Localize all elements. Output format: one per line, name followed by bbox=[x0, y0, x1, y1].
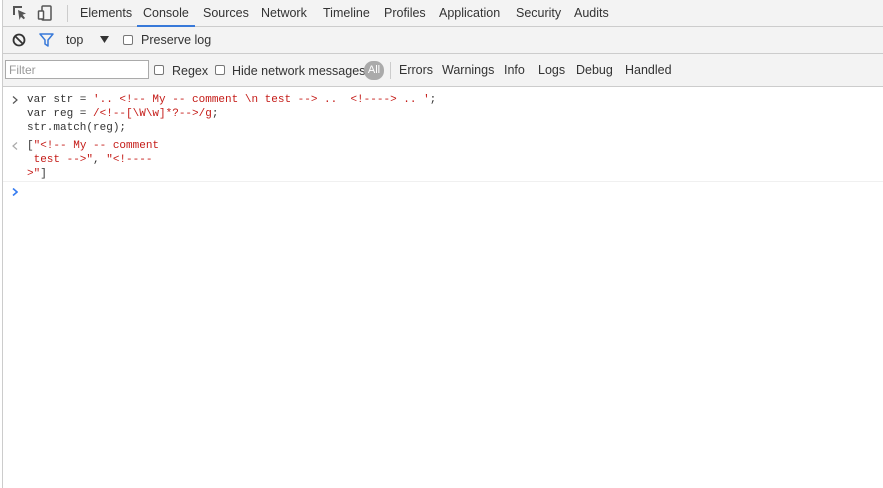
console-row-separator bbox=[3, 181, 883, 182]
tab-network[interactable]: Network bbox=[255, 0, 313, 27]
tab-sources[interactable]: Sources bbox=[197, 0, 255, 27]
input-prompt-icon bbox=[12, 96, 18, 104]
level-logs[interactable]: Logs bbox=[538, 54, 565, 87]
console-prompt-input[interactable] bbox=[27, 185, 867, 199]
level-warnings[interactable]: Warnings bbox=[442, 54, 494, 87]
console-input-line: var reg = /<!--[\W\w]*?-->/g; bbox=[27, 108, 219, 120]
regex-label: Regex bbox=[172, 64, 209, 78]
console-toolbar: top Preserve log bbox=[3, 27, 883, 54]
console-input-line: var str = '.. <!-- My -- comment \n test… bbox=[27, 94, 437, 106]
hide-network-label: Hide network messages bbox=[232, 64, 366, 78]
result-arrow-icon bbox=[12, 142, 18, 150]
tab-security[interactable]: Security bbox=[510, 0, 567, 27]
tab-application[interactable]: Application bbox=[433, 0, 506, 27]
regex-checkbox[interactable] bbox=[154, 65, 164, 75]
filter-icon[interactable] bbox=[39, 33, 54, 47]
tabbar-separator bbox=[67, 5, 68, 22]
level-info[interactable]: Info bbox=[504, 54, 525, 87]
context-dropdown-icon[interactable] bbox=[100, 36, 109, 43]
tab-profiles[interactable]: Profiles bbox=[378, 0, 432, 27]
level-debug[interactable]: Debug bbox=[576, 54, 613, 87]
filter-bar: Regex Hide network messages All Errors W… bbox=[3, 54, 883, 87]
console-input-line: str.match(reg); bbox=[27, 122, 127, 134]
clear-console-icon[interactable] bbox=[12, 33, 26, 47]
console-output-line: >"] bbox=[27, 168, 47, 180]
level-errors[interactable]: Errors bbox=[399, 54, 433, 87]
level-handled[interactable]: Handled bbox=[625, 54, 672, 87]
console-output-line: test -->", "<!---- bbox=[27, 154, 153, 166]
preserve-log-label: Preserve log bbox=[141, 33, 212, 47]
hide-network-checkbox[interactable] bbox=[215, 65, 225, 75]
level-all-button[interactable]: All bbox=[364, 61, 384, 80]
level-separator bbox=[390, 62, 391, 79]
tab-elements[interactable]: Elements bbox=[74, 0, 138, 27]
console-output-line[interactable]: ["<!-- My -- comment bbox=[27, 139, 159, 153]
tab-console[interactable]: Console bbox=[137, 0, 195, 27]
devtools-tabbar: Elements Console Sources Network Timelin… bbox=[3, 0, 883, 27]
filter-input[interactable] bbox=[5, 60, 149, 79]
tab-timeline[interactable]: Timeline bbox=[317, 0, 376, 27]
preserve-log-checkbox[interactable] bbox=[123, 35, 133, 45]
device-mode-icon[interactable] bbox=[37, 5, 53, 21]
tab-audits[interactable]: Audits bbox=[568, 0, 615, 27]
inspect-element-icon[interactable] bbox=[12, 5, 28, 21]
console-prompt-icon bbox=[12, 188, 18, 196]
context-selector[interactable]: top bbox=[66, 33, 83, 47]
